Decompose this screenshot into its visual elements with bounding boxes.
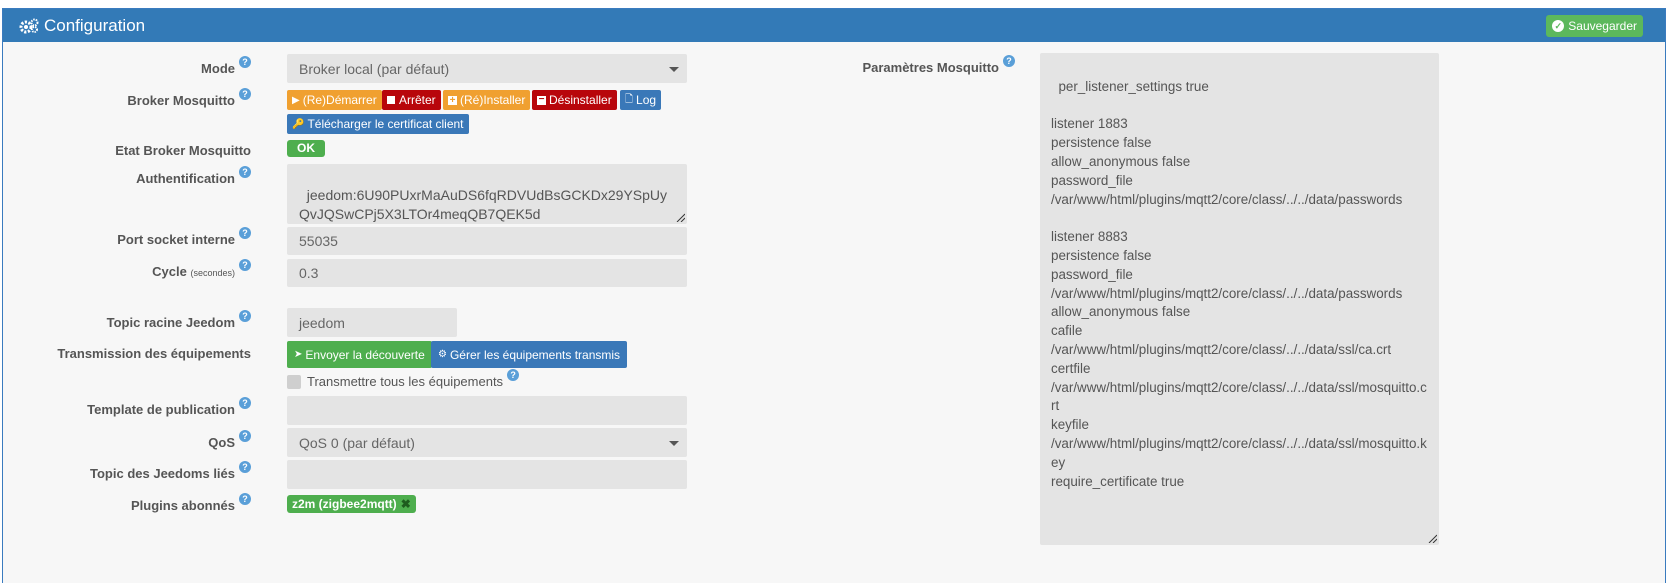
auth-label-text: Authentification [136, 171, 235, 186]
transmit-all-checkbox[interactable] [287, 375, 301, 389]
plus-square-icon: + [448, 94, 457, 106]
transmission-label-text: Transmission des équipements [57, 346, 251, 361]
log-button[interactable]: 🗋 Log [620, 90, 662, 110]
template-label-text: Template de publication [87, 402, 235, 417]
transmission-label: Transmission des équipements [57, 346, 251, 361]
mode-label-text: Mode [201, 61, 235, 76]
mosquitto-params-label: Paramètres Mosquitto? [862, 55, 1015, 75]
resize-handle-icon[interactable] [675, 212, 685, 222]
send-discovery-button[interactable]: ➤ Envoyer la découverte [287, 341, 432, 368]
plugin-tag-label: z2m (zigbee2mqtt) [292, 497, 397, 511]
mode-select[interactable]: Broker local (par défaut) [287, 54, 687, 83]
socket-port-label-text: Port socket interne [117, 232, 235, 247]
mode-label: Mode? [201, 56, 251, 76]
qos-label-text: QoS [208, 435, 235, 450]
install-button[interactable]: + (Ré)Installer [443, 90, 531, 110]
cycle-value: 0.3 [299, 265, 319, 281]
mosquitto-params-textarea[interactable]: per_listener_settings true listener 1883… [1040, 53, 1439, 545]
help-icon[interactable]: ? [239, 259, 251, 271]
cycle-label: Cycle (secondes)? [152, 259, 251, 279]
help-icon[interactable]: ? [239, 397, 251, 409]
help-icon[interactable]: ? [239, 461, 251, 473]
socket-port-value: 55035 [299, 233, 338, 249]
help-icon[interactable]: ? [239, 493, 251, 505]
help-icon[interactable]: ? [239, 88, 251, 100]
cycle-label-text: Cycle [152, 264, 187, 279]
plugins-label: Plugins abonnés? [130, 493, 251, 513]
restart-button[interactable]: ▶ (Re)Démarrer [287, 90, 382, 110]
help-icon[interactable]: ? [239, 310, 251, 322]
log-button-label: Log [636, 93, 657, 107]
broker-state-label: Etat Broker Mosquitto [115, 143, 251, 158]
plugin-tag: z2m (zigbee2mqtt) ✖ [287, 495, 416, 513]
file-icon: 🗋 [625, 93, 634, 105]
help-icon[interactable]: ? [239, 166, 251, 178]
resize-handle-icon[interactable] [1427, 533, 1437, 543]
key-icon: 🔑 [292, 118, 305, 130]
broker-state-badge: OK [287, 140, 325, 157]
socket-port-input[interactable]: 55035 [287, 227, 687, 255]
transmit-all-label-text: Transmettre tous les équipements [307, 374, 504, 389]
linked-topics-label: Topic des Jeedoms liés? [90, 461, 251, 481]
panel-title-text: Configuration [44, 16, 146, 35]
uninstall-button[interactable]: − Désinstaller [532, 90, 617, 110]
help-icon[interactable]: ? [507, 369, 520, 381]
broker-label-text: Broker Mosquitto [127, 93, 235, 108]
help-icon[interactable]: ? [239, 227, 251, 239]
manage-transmitted-label: Gérer les équipements transmis [449, 347, 621, 362]
panel-title: Configuration [19, 16, 145, 36]
mosquitto-params-value: per_listener_settings true listener 1883… [1051, 78, 1427, 489]
uninstall-button-label: Désinstaller [549, 93, 612, 107]
auth-textarea[interactable]: jeedom:6U90PUxrMaAuDS6fqRDVUdBsGCKDx29YS… [287, 164, 687, 224]
install-button-label: (Ré)Installer [460, 93, 526, 107]
remove-icon[interactable]: ✖ [401, 497, 411, 511]
qos-select-value: QoS 0 (par défaut) [299, 434, 415, 451]
restart-button-label: (Re)Démarrer [302, 93, 377, 107]
gear-icon: ⚙ [438, 349, 447, 360]
save-button[interactable]: ✓ Sauvegarder [1546, 15, 1643, 37]
mosquitto-params-label-text: Paramètres Mosquitto [862, 60, 999, 75]
linked-topics-label-text: Topic des Jeedoms liés [90, 466, 235, 481]
root-topic-value: jeedom [299, 314, 345, 331]
minus-square-icon: − [537, 93, 546, 105]
mode-select-value: Broker local (par défaut) [299, 60, 450, 77]
stop-icon [387, 96, 395, 104]
root-topic-input[interactable]: jeedom [287, 308, 457, 337]
help-icon[interactable]: ? [239, 430, 251, 442]
chevron-down-icon [669, 441, 679, 446]
stop-button[interactable]: Arrêter [382, 90, 441, 110]
auth-textarea-value: jeedom:6U90PUxrMaAuDS6fqRDVUdBsGCKDx29YS… [299, 186, 668, 222]
download-certificate-label: Télécharger le certificat client [307, 117, 464, 131]
broker-state-label-text: Etat Broker Mosquitto [115, 143, 251, 158]
stop-button-label: Arrêter [399, 93, 436, 107]
linked-topics-input[interactable] [287, 460, 687, 489]
help-icon[interactable]: ? [239, 56, 251, 68]
socket-port-label: Port socket interne? [117, 227, 251, 247]
auth-label: Authentification? [136, 166, 251, 186]
check-circle-icon: ✓ [1552, 20, 1565, 32]
cycle-input[interactable]: 0.3 [287, 259, 687, 287]
root-topic-label-text: Topic racine Jeedom [106, 315, 235, 330]
qos-label: QoS? [208, 430, 251, 450]
gears-icon [19, 18, 39, 34]
template-label: Template de publication? [87, 397, 251, 417]
cycle-unit-label: (secondes) [190, 268, 235, 278]
plugins-label-text: Plugins abonnés [130, 498, 235, 513]
qos-select[interactable]: QoS 0 (par défaut) [287, 428, 687, 457]
root-topic-label: Topic racine Jeedom? [106, 310, 251, 330]
manage-transmitted-button[interactable]: ⚙ Gérer les équipements transmis [431, 341, 628, 368]
chevron-down-icon [669, 67, 679, 72]
template-input[interactable] [287, 396, 687, 425]
download-certificate-button[interactable]: 🔑 Télécharger le certificat client [287, 114, 469, 134]
play-icon: ▶ [292, 94, 300, 106]
send-discovery-label: Envoyer la découverte [305, 347, 425, 362]
paper-plane-icon: ➤ [294, 349, 303, 360]
save-button-label: Sauvegarder [1568, 19, 1637, 33]
broker-label: Broker Mosquitto? [127, 88, 251, 108]
help-icon[interactable]: ? [1003, 55, 1015, 67]
transmit-all-label: Transmettre tous les équipements? [307, 369, 520, 389]
panel-header: Configuration ✓ Sauvegarder [3, 9, 1665, 42]
